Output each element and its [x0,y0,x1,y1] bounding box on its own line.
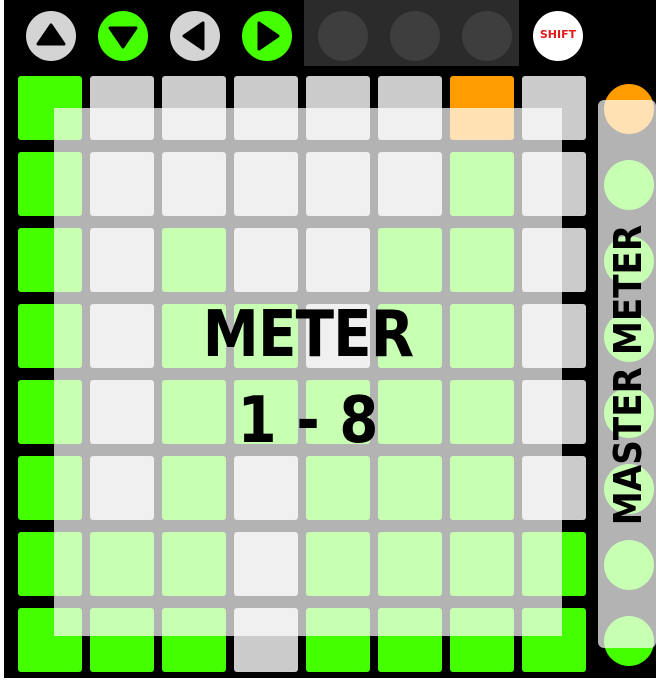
overlay-title: METER [202,298,414,372]
unlit-button-2[interactable] [390,11,440,61]
arrow-left-icon [182,21,205,51]
right-arrow-button[interactable] [242,11,292,61]
up-arrow-button[interactable] [26,11,76,61]
shift-button-label: SHIFT [539,28,577,41]
shift-button[interactable]: SHIFT [533,11,583,61]
arrow-right-icon [257,21,280,51]
unlit-button-3[interactable] [462,11,512,61]
arrow-down-icon [108,26,138,49]
overlay-range: 1 - 8 [237,384,379,458]
master-meter-label: MASTER METER [606,224,650,526]
arrow-up-icon [36,23,66,46]
launchpad-device: SHIFT METER 1 - 8 MASTER METER [4,0,656,678]
empty-button-panel [304,0,519,66]
unlit-button-1[interactable] [318,11,368,61]
meter-overlay: METER 1 - 8 [54,108,562,636]
master-meter-overlay: MASTER METER [598,100,656,648]
left-arrow-button[interactable] [170,11,220,61]
down-arrow-button[interactable] [98,11,148,61]
